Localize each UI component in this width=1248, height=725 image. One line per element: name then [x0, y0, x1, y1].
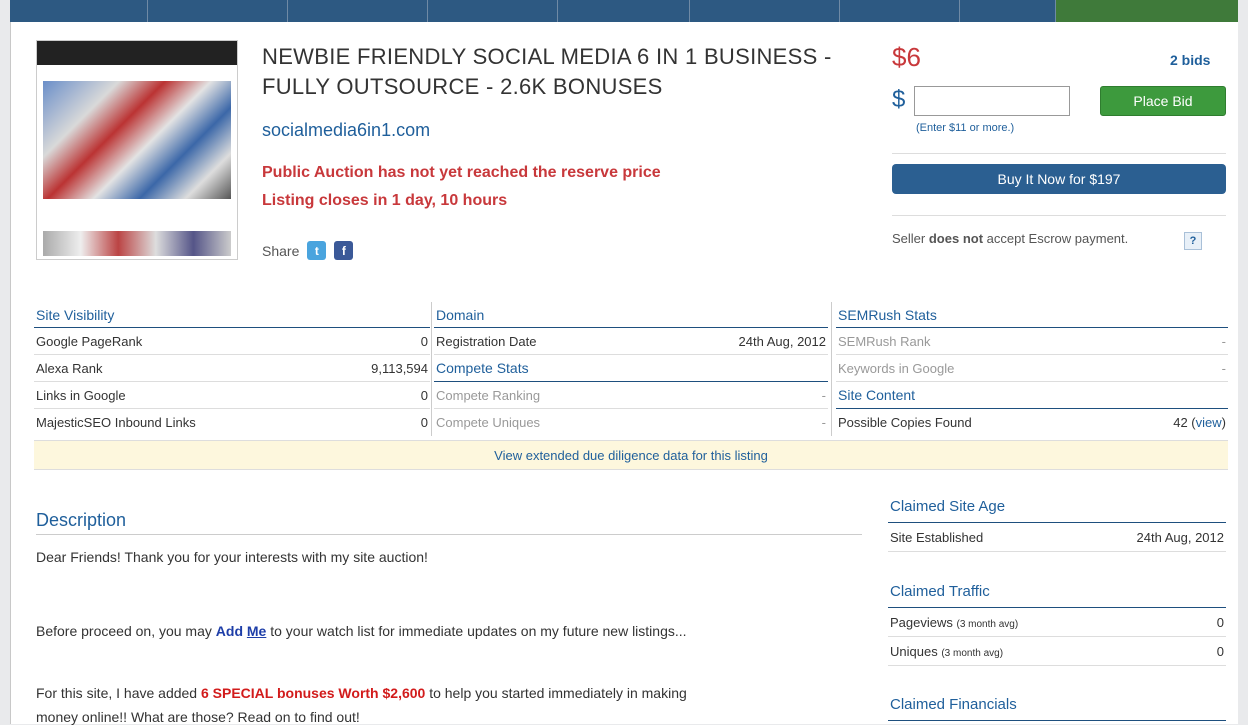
bid-hint: (Enter $11 or more.) — [916, 122, 1015, 134]
description-paragraph: Before proceed on, you may Add Me to you… — [36, 623, 687, 639]
currency-symbol: $ — [892, 86, 906, 113]
stat-row: Compete Ranking - — [434, 382, 828, 409]
escrow-text: accept Escrow payment. — [983, 231, 1129, 246]
stats-panel: Site Visibility Google PageRank 0 Alexa R… — [34, 302, 1228, 438]
nav-segment[interactable] — [288, 0, 428, 22]
reserve-status: Public Auction has not yet reached the r… — [262, 164, 661, 181]
uniques-row: Uniques (3 month avg) 0 — [888, 637, 1226, 666]
domain-heading[interactable]: Domain — [434, 302, 828, 328]
view-copies-link[interactable]: view — [1196, 415, 1222, 430]
divider — [892, 153, 1226, 154]
stat-row: Possible Copies Found 42 (view) — [838, 415, 1226, 430]
current-price: $6 — [892, 42, 921, 72]
nav-segment[interactable] — [148, 0, 288, 22]
stat-row: SEMRush Rank - — [836, 328, 1228, 355]
nav-segment[interactable] — [10, 0, 148, 22]
domain-column: Domain Registration Date 24th Aug, 2012 C… — [434, 302, 828, 438]
stat-row: Alexa Rank 9,113,594 — [34, 355, 430, 382]
stat-row: Keywords in Google - — [836, 355, 1228, 382]
stat-row: Registration Date 24th Aug, 2012 — [434, 328, 828, 355]
site-thumbnail[interactable] — [36, 40, 238, 260]
site-established-row: Site Established 24th Aug, 2012 — [888, 523, 1226, 552]
claimed-financials-panel: Claimed Financials — [888, 696, 1226, 721]
semrush-heading[interactable]: SEMRush Stats — [836, 302, 1228, 328]
claimed-site-age-heading: Claimed Site Age — [888, 498, 1226, 523]
nav-segment[interactable] — [840, 0, 960, 22]
help-icon[interactable]: ? — [1184, 232, 1202, 250]
share-row: Share t f — [262, 241, 354, 260]
bid-amount-input[interactable] — [914, 86, 1070, 116]
share-label: Share — [262, 242, 300, 259]
page-border — [10, 0, 11, 724]
compete-stats-heading[interactable]: Compete Stats — [434, 355, 828, 382]
thumbnail-footer-images — [43, 231, 231, 256]
escrow-text: Seller — [892, 231, 929, 246]
claimed-financials-heading: Claimed Financials — [888, 696, 1226, 721]
site-visibility-heading[interactable]: Site Visibility — [34, 302, 430, 328]
escrow-notice: Seller does not accept Escrow payment. — [892, 231, 1128, 246]
stat-row: Google PageRank 0 — [34, 328, 430, 355]
site-content-heading[interactable]: Site Content — [836, 382, 1228, 409]
escrow-emphasis: does not — [928, 231, 984, 246]
listing-title: NEWBIE FRIENDLY SOCIAL MEDIA 6 IN 1 BUSI… — [262, 44, 832, 99]
stat-row: Links in Google 0 — [34, 382, 430, 409]
top-nav-bar — [10, 0, 1238, 22]
description-heading: Description — [36, 510, 862, 535]
stat-row: Compete Uniques - — [436, 415, 826, 430]
nav-segment[interactable] — [558, 0, 690, 22]
nav-segment[interactable] — [690, 0, 840, 22]
facebook-icon[interactable]: f — [334, 241, 354, 260]
thumbnail-collage — [43, 81, 231, 199]
description-paragraph: money online!! What are those? Read on t… — [36, 709, 360, 725]
nav-segment-green[interactable] — [1056, 0, 1238, 22]
twitter-icon[interactable]: t — [307, 241, 327, 260]
bid-count-link[interactable]: 2 bids — [1170, 52, 1210, 68]
nav-segment[interactable] — [428, 0, 558, 22]
thumbnail-header — [37, 41, 237, 65]
place-bid-button[interactable]: Place Bid — [1100, 86, 1226, 116]
site-visibility-column: Site Visibility Google PageRank 0 Alexa R… — [34, 302, 430, 438]
nav-segment[interactable] — [960, 0, 1056, 22]
listing-domain-link[interactable]: socialmedia6in1.com — [262, 120, 430, 141]
column-divider — [431, 302, 432, 436]
claimed-site-age-panel: Claimed Site Age Site Established 24th Au… — [888, 498, 1226, 552]
claimed-traffic-heading: Claimed Traffic — [888, 583, 1226, 608]
divider — [892, 215, 1226, 216]
buy-it-now-button[interactable]: Buy It Now for $197 — [892, 164, 1226, 194]
description-paragraph: Dear Friends! Thank you for your interes… — [36, 549, 428, 565]
column-divider — [831, 302, 832, 436]
description-paragraph: For this site, I have added 6 SPECIAL bo… — [36, 685, 687, 701]
claimed-traffic-panel: Claimed Traffic Pageviews (3 month avg) 0… — [888, 583, 1226, 666]
bonus-highlight: 6 SPECIAL bonuses Worth $2,600 — [200, 685, 426, 701]
add-me-link[interactable]: Add Me — [216, 623, 267, 639]
pageviews-row: Pageviews (3 month avg) 0 — [888, 608, 1226, 637]
semrush-column: SEMRush Stats SEMRush Rank - Keywords in … — [836, 302, 1228, 438]
extended-due-diligence-link[interactable]: View extended due diligence data for thi… — [34, 440, 1228, 470]
stat-row: MajesticSEO Inbound Links 0 — [36, 415, 428, 430]
closing-time: Listing closes in 1 day, 10 hours — [262, 192, 508, 209]
